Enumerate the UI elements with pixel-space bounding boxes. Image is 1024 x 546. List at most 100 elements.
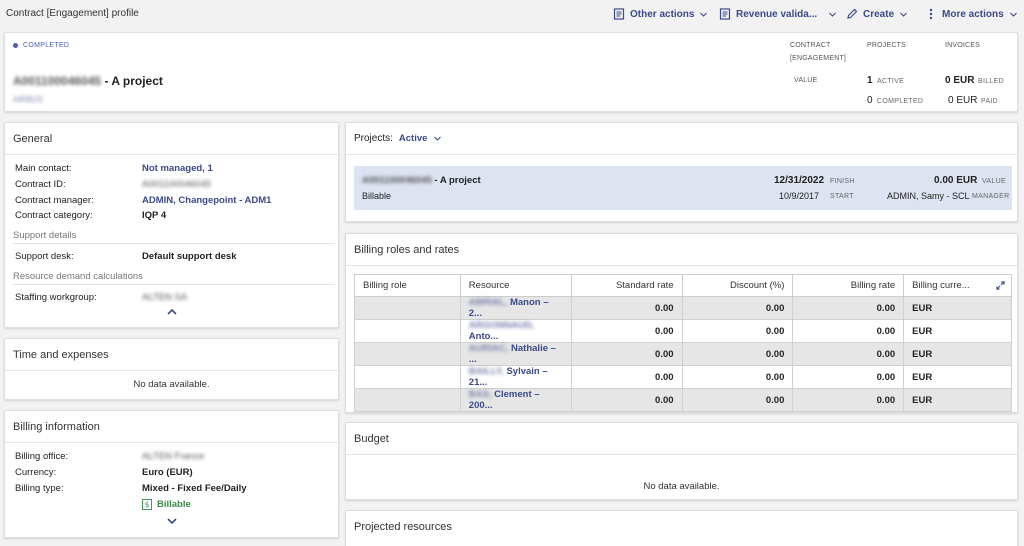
resource-last-name: ARGONNAUD, [468,320,535,331]
resource-last-name: AURIAC, [468,343,509,354]
active-projects-label: ACTIVE [877,78,905,85]
resource-demand-heading: Resource demand calculations [13,271,143,282]
page-title: Contract [Engagement] profile [6,8,139,19]
contract-column-label: CONTRACT [790,42,831,49]
billing-info-title: Billing information [13,421,100,433]
discount-cell: 0.00 [681,296,794,320]
billing-rate-cell: 0.00 [792,296,905,320]
project-item-type: Billable [362,191,392,201]
standard-rate-cell: 0.00 [570,388,683,412]
contract-id-label: Contract ID: [15,179,66,190]
contract-manager-label: Contract manager: [15,195,94,206]
project-item-title[interactable]: A001100046045 - A project [362,175,481,186]
chevron-down-icon[interactable] [167,518,177,524]
contract-manager-link[interactable]: ADMIN, Changepoint - ADM1 [142,195,271,206]
more-actions-label: More actions [942,8,1004,20]
contract-category-value: IQP 4 [142,210,167,221]
resource-link[interactable]: ARGONNAUD, Anto... [459,319,572,343]
project-heading: A001100046045 - A project [13,74,163,88]
customer-link[interactable]: AIRBUS [13,95,43,104]
divider [5,442,338,443]
billing-role-cell [354,365,461,389]
active-projects-count: 1 [867,75,873,86]
billing-rates-title: Billing roles and rates [354,244,460,256]
budget-card: Budget No data available. [345,422,1018,500]
projected-resources-title: Projected resources [354,521,452,533]
expand-icon[interactable] [996,281,1005,290]
table-header-row: Billing role Resource Standard rate Disc… [354,274,1012,297]
table-row: BAS, Clement – 200... 0.00 0.00 0.00 EUR [354,388,1012,412]
resource-last-name: ABRIAL, [468,297,508,308]
contract-category-row: Contract category: IQP 4 [15,210,335,224]
chevron-down-icon [700,12,708,17]
revenue-validation-button[interactable]: Revenue valida... [719,6,837,22]
divider [13,284,335,285]
column-header-billing-rate[interactable]: Billing rate [792,274,905,297]
divider [346,454,1017,455]
document-icon [719,8,731,20]
column-header-billing-role[interactable]: Billing role [354,274,461,297]
currency-cell: EUR [903,388,1012,412]
more-actions-button[interactable]: More actions [925,6,1018,22]
create-button[interactable]: Create [846,6,908,22]
currency-row: Currency: Euro (EUR) [15,467,335,481]
vertical-ellipsis-icon [929,8,933,20]
discount-cell: 0.00 [681,365,794,389]
divider [13,243,335,244]
project-list-item[interactable]: A001100046045 - A project Billable 12/31… [354,166,1012,210]
chevron-down-icon[interactable] [433,134,442,143]
support-desk-label: Support desk: [15,251,74,262]
staffing-workgroup-value: ALTEN SA [142,292,188,303]
projects-filter-dropdown[interactable]: Active [399,133,428,144]
project-value: 0.00 EUR [934,175,978,186]
contract-id-value: A001100046045 [142,179,212,190]
project-value-label: VALUE [982,178,1006,185]
billing-rate-cell: 0.00 [792,365,905,389]
standard-rate-cell: 0.00 [570,342,683,366]
other-actions-button[interactable]: Other actions [613,6,708,22]
document-icon [613,8,625,20]
chevron-down-icon [1009,12,1017,17]
billing-currency-header-label: Billing curre... [912,280,970,291]
completed-projects-count: 0 [867,95,873,106]
value-label: VALUE [794,77,818,84]
main-contact-link[interactable]: Not managed, 1 [142,163,213,174]
column-header-billing-currency[interactable]: Billing curre... [903,274,1012,297]
standard-rate-cell: 0.00 [570,365,683,389]
engagement-column-label: [ENGAGEMENT] [790,55,847,62]
chevron-up-icon[interactable] [167,309,177,315]
divider [346,154,1017,155]
resource-link[interactable]: BAS, Clement – 200... [459,388,572,412]
project-id: A001100046045 [13,74,102,88]
billing-rates-card: Billing roles and rates Billing role Res… [345,233,1018,413]
project-manager-label: MANAGER [972,193,1010,200]
general-title: General [13,133,53,145]
standard-rate-cell: 0.00 [570,296,683,320]
paid-amount: 0 EUR [948,95,978,106]
resource-link[interactable]: BAILLY, Sylvain – 21... [459,365,572,389]
billing-rate-cell: 0.00 [792,342,905,366]
project-finish-date: 12/31/2022 [774,175,825,186]
billing-office-row: Billing office: ALTEN France [15,451,335,465]
column-header-resource[interactable]: Resource [459,274,572,297]
revenue-validation-label: Revenue valida... [736,8,818,20]
main-contact-row: Main contact: Not managed, 1 [15,163,335,177]
project-start-label: START [830,193,854,200]
pencil-icon [847,8,858,19]
billing-role-cell [354,342,461,366]
contract-column-header: CONTRACT [ENGAGEMENT] [790,42,846,62]
discount-cell: 0.00 [681,319,794,343]
create-label: Create [863,8,895,20]
column-header-standard-rate[interactable]: Standard rate [570,274,683,297]
resource-link[interactable]: ABRIAL, Manon – 2... [459,296,572,320]
main-contact-label: Main contact: [15,163,72,174]
billing-role-cell [354,296,461,320]
billing-rate-cell: 0.00 [792,388,905,412]
project-finish-label: FINISH [830,178,855,185]
table-row: AURIAC, Nathalie – ... 0.00 0.00 0.00 EU… [354,342,1012,366]
resource-link[interactable]: AURIAC, Nathalie – ... [459,342,572,366]
general-card: General Main contact: Not managed, 1 Con… [4,122,339,328]
column-header-discount[interactable]: Discount (%) [681,274,794,297]
resource-first-name: Anto... [468,331,499,342]
billable-badge: $ Billable [142,499,191,510]
